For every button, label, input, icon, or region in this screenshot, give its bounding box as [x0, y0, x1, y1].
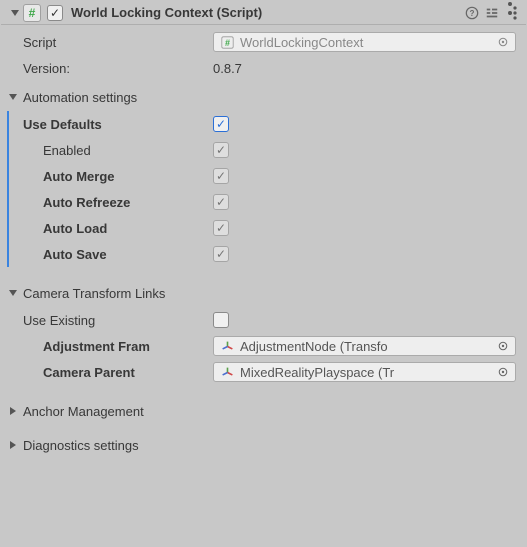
adjustment-frame-label: Adjustment Fram [43, 338, 213, 354]
foldout-expanded-icon [7, 91, 19, 103]
script-value: WorldLockingContext [240, 35, 495, 50]
transform-icon [220, 339, 234, 353]
auto-refreeze-checkbox [213, 194, 229, 210]
auto-refreeze-label: Auto Refreeze [43, 194, 213, 210]
component-title: World Locking Context (Script) [71, 5, 462, 20]
auto-save-label: Auto Save [43, 246, 213, 262]
script-label: Script [23, 34, 213, 50]
use-existing-checkbox[interactable] [213, 312, 229, 328]
enabled-label: Enabled [43, 142, 213, 158]
component-enable-checkbox[interactable] [47, 5, 63, 21]
use-defaults-label: Use Defaults [23, 116, 213, 132]
component-foldout[interactable] [9, 7, 21, 19]
version-value: 0.8.7 [213, 61, 242, 76]
anchor-management-section-header[interactable]: Anchor Management [1, 399, 526, 423]
diagnostics-title: Diagnostics settings [23, 438, 139, 453]
foldout-collapsed-icon [7, 405, 19, 417]
transform-icon [220, 365, 234, 379]
use-existing-label: Use Existing [23, 312, 213, 328]
anchor-management-title: Anchor Management [23, 404, 144, 419]
enabled-checkbox [213, 142, 229, 158]
adjustment-frame-field[interactable]: AdjustmentNode (Transfo [213, 336, 516, 356]
camera-parent-value: MixedRealityPlayspace (Tr [240, 365, 495, 380]
foldout-collapsed-icon [7, 439, 19, 451]
version-label: Version: [23, 60, 213, 76]
object-picker-icon[interactable] [495, 34, 511, 50]
auto-merge-checkbox [213, 168, 229, 184]
adjustment-frame-value: AdjustmentNode (Transfo [240, 339, 495, 354]
foldout-expanded-icon [7, 287, 19, 299]
presets-icon[interactable] [482, 3, 502, 23]
auto-load-checkbox [213, 220, 229, 236]
use-defaults-checkbox[interactable] [213, 116, 229, 132]
script-type-icon: # [23, 4, 41, 22]
automation-title: Automation settings [23, 90, 137, 105]
script-file-icon: # [220, 35, 234, 49]
automation-section-header[interactable]: Automation settings [1, 85, 526, 109]
auto-load-label: Auto Load [43, 220, 213, 236]
camera-links-section-header[interactable]: Camera Transform Links [1, 281, 526, 305]
auto-save-checkbox [213, 246, 229, 262]
help-icon[interactable]: ? [462, 3, 482, 23]
script-field: # WorldLockingContext [213, 32, 516, 52]
camera-links-title: Camera Transform Links [23, 286, 165, 301]
camera-parent-label: Camera Parent [43, 364, 213, 380]
svg-text:?: ? [470, 9, 475, 18]
context-menu-icon[interactable] [502, 3, 522, 23]
diagnostics-section-header[interactable]: Diagnostics settings [1, 433, 526, 457]
auto-merge-label: Auto Merge [43, 168, 213, 184]
object-picker-icon[interactable] [495, 364, 511, 380]
object-picker-icon[interactable] [495, 338, 511, 354]
svg-text:#: # [225, 37, 230, 47]
camera-parent-field[interactable]: MixedRealityPlayspace (Tr [213, 362, 516, 382]
